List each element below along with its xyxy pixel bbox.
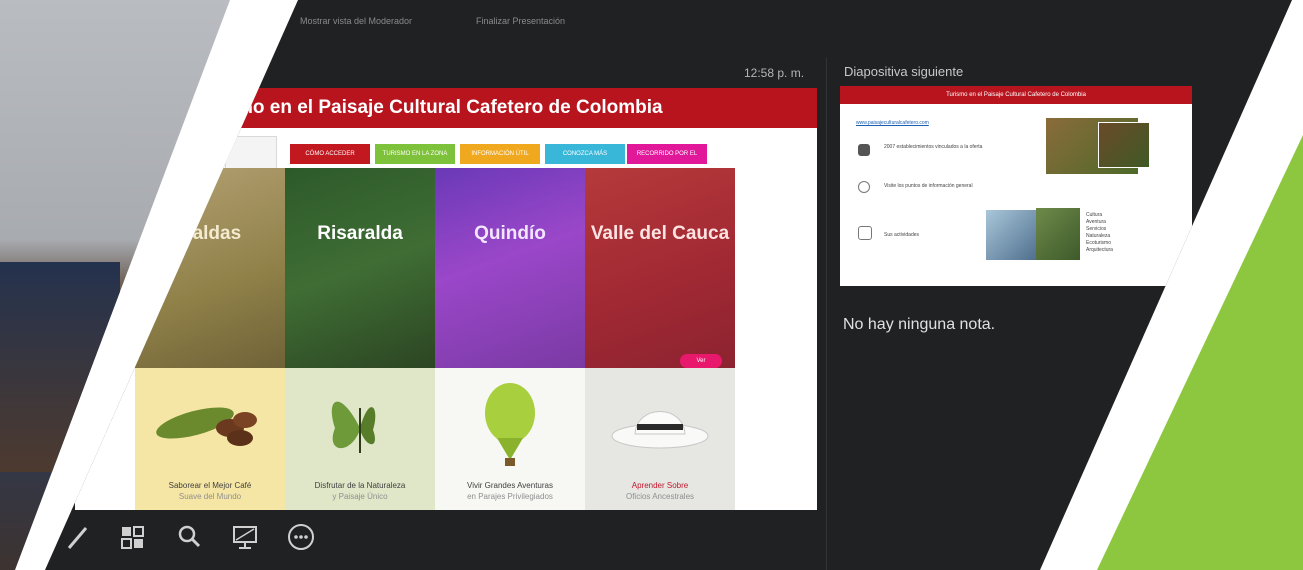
end-presentation-menu[interactable]: Finalizar Presentación [476, 16, 565, 26]
card-coffee[interactable]: Saborear el Mejor Café Suave del Mundo [135, 368, 285, 510]
card-caption: Vivir Grandes Aventuras en Parajes Privi… [435, 480, 585, 502]
activity-item: Aventura [1086, 219, 1106, 225]
card-caption-main: Saborear el Mejor Café [168, 481, 252, 490]
region-risaralda[interactable]: Risaralda [285, 168, 435, 368]
slide-tab-info[interactable]: INFORMACIÓN ÚTIL [460, 144, 540, 164]
card-caption-sub: Suave del Mundo [178, 492, 242, 501]
pen-icon[interactable] [60, 520, 94, 554]
card-nature[interactable]: Disfrutar de la Naturaleza y Paisaje Úni… [285, 368, 435, 510]
next-slide-image-4 [1036, 208, 1080, 260]
pin-icon [858, 181, 870, 193]
card-adventure[interactable]: Vivir Grandes Aventuras en Parajes Privi… [435, 368, 585, 510]
next-slide-activity-list: Cultura Aventura Servicios Naturaleza Ec… [1086, 212, 1113, 254]
building-icon [858, 144, 870, 156]
screen-icon[interactable] [228, 520, 262, 554]
activity-item: Arquitectura [1086, 247, 1113, 253]
card-caption: Aprender Sobre Oficios Ancestrales [585, 480, 735, 502]
card-caption-main: Aprender Sobre [631, 481, 689, 490]
region-valle-del-cauca[interactable]: Valle del Cauca [585, 168, 735, 368]
card-caption-sub: y Paisaje Único [332, 492, 388, 501]
card-caption-sub: Oficios Ancestrales [625, 492, 695, 501]
region-caldas[interactable]: Caldas [135, 168, 285, 368]
next-slide-row-2: Visite los puntos de información general [884, 183, 973, 189]
slide-tab-more[interactable]: CONOZCA MÁS [545, 144, 625, 164]
slide-tab-access[interactable]: CÓMO ACCEDER [290, 144, 370, 164]
activity-item: Servicios [1086, 226, 1107, 232]
card-caption-main: Disfrutar de la Naturaleza [314, 481, 406, 490]
more-icon[interactable] [284, 520, 318, 554]
card-caption: Disfrutar de la Naturaleza y Paisaje Úni… [285, 480, 435, 502]
card-caption: Saborear el Mejor Café Suave del Mundo [135, 480, 285, 502]
panel-divider [826, 58, 827, 570]
activities-icon [858, 226, 872, 240]
region-quindio[interactable]: Quindío [435, 168, 585, 368]
zoom-icon[interactable] [172, 520, 206, 554]
region-name: Caldas [178, 223, 242, 244]
card-heritage[interactable]: Aprender Sobre Oficios Ancestrales [585, 368, 735, 510]
next-slide-image-3 [986, 210, 1042, 260]
next-slide-title: Turismo en el Paisaje Cultural Cafetero … [840, 86, 1192, 104]
slide-tab-tour[interactable]: RECORRIDO POR EL PAISAJE [627, 144, 707, 177]
clock: 12:58 p. m. [744, 66, 805, 80]
slide-title: mo en el Paisaje Cultural Cafetero de Co… [236, 97, 663, 118]
balloon-icon [485, 383, 535, 466]
card-caption-sub: en Parajes Privilegiados [467, 492, 553, 501]
card-caption-main: Vivir Grandes Aventuras [467, 481, 553, 490]
next-slide-row-1: 2007 establecimientos vinculados a la of… [884, 144, 983, 150]
region-name: Valle del Cauca [590, 223, 730, 244]
presenter-toolbar [60, 520, 340, 560]
show-presenter-view-menu[interactable]: Mostrar vista del Moderador [300, 16, 412, 26]
region-name: Risaralda [317, 223, 403, 244]
coffee-beans-icon [156, 407, 257, 446]
next-slide-row-3: Sus actividades [884, 232, 920, 238]
activity-item: Cultura [1086, 212, 1103, 218]
next-slide-link[interactable]: www.paisajeculturalcafetero.com [856, 120, 929, 126]
next-slide-label: Diapositiva siguiente [844, 64, 964, 79]
slide-tab-tourism[interactable]: TURISMO EN LA ZONA [375, 144, 455, 164]
next-slide-thumbnail[interactable]: Turismo en el Paisaje Cultural Cafetero … [840, 86, 1192, 286]
next-slide-image-2 [1098, 122, 1150, 168]
activity-item: Ecoturismo [1086, 240, 1112, 246]
activity-item: Naturaleza [1086, 233, 1111, 239]
background-frame [0, 262, 120, 472]
region-name: Quindío [474, 223, 546, 244]
butterfly-icon [331, 401, 376, 453]
slide-badge[interactable]: Ver [680, 354, 722, 368]
presenter-topbar: Mostrar vista del Moderador Finalizar Pr… [300, 12, 1292, 32]
current-slide[interactable]: mo en el Paisaje Cultural Cafetero de Co… [75, 88, 817, 510]
notes-text: No hay ninguna nota. [843, 316, 996, 333]
hat-icon [611, 411, 709, 449]
slides-grid-icon[interactable] [116, 520, 150, 554]
